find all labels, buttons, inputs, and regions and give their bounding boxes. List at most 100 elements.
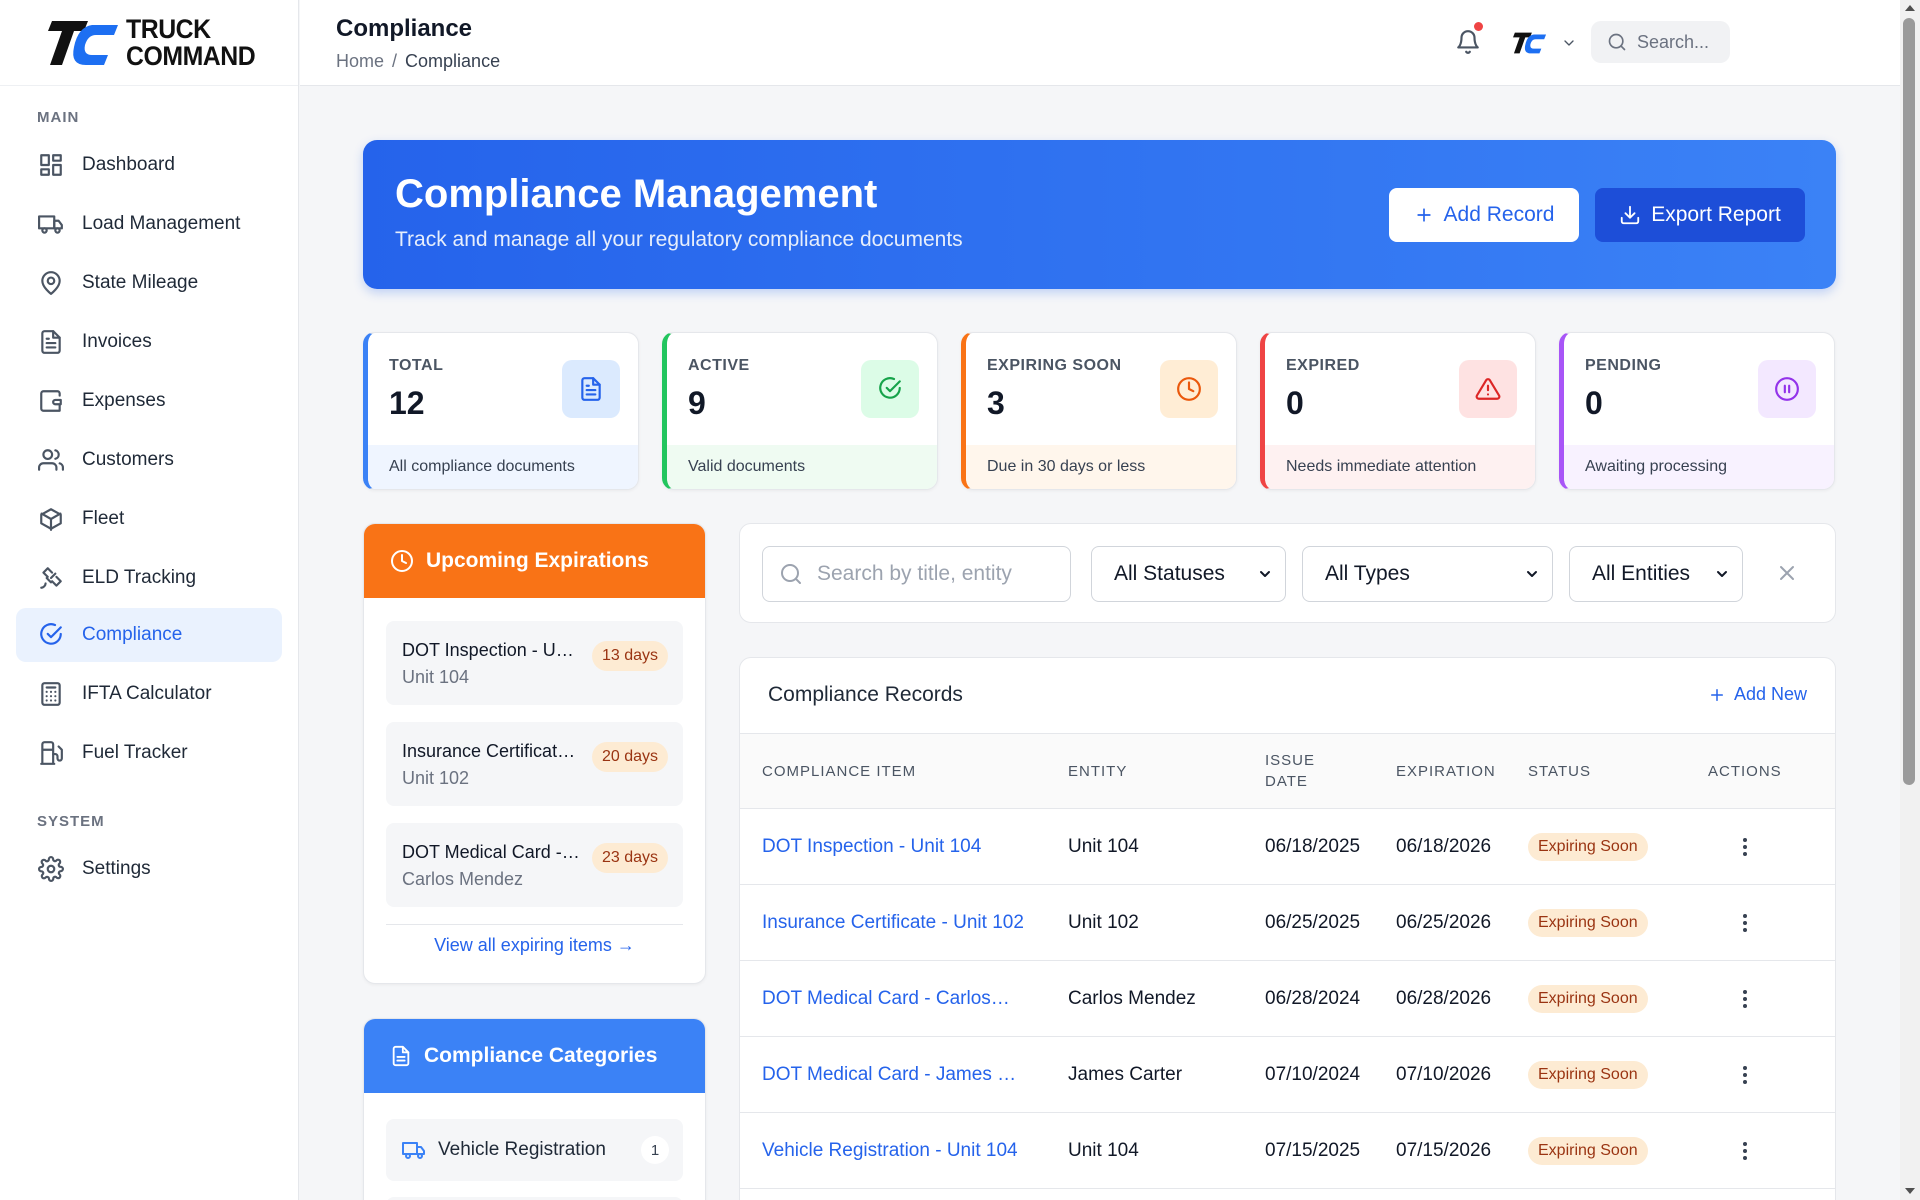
expiration-item-entity: Unit 104 (402, 667, 470, 687)
export-report-button[interactable]: Export Report (1595, 188, 1805, 242)
clock-icon (1160, 360, 1218, 418)
stat-card-expired[interactable]: EXPIRED 0 Needs immediate attention (1260, 332, 1536, 490)
sidebar-item-ifta-calculator[interactable]: IFTA Calculator (16, 667, 282, 721)
entity-filter-select[interactable]: All Entities (1569, 546, 1743, 602)
category-item-vehicle-registration[interactable]: Vehicle Registration 1 (386, 1119, 683, 1181)
table-row[interactable]: DOT Medical Card - Carlos Mendez Carlos … (740, 961, 1835, 1037)
column-header-item[interactable]: COMPLIANCE ITEM (762, 761, 916, 782)
sidebar-item-dashboard[interactable]: Dashboard (16, 138, 282, 192)
status-badge: Expiring Soon (1528, 985, 1648, 1013)
breadcrumb-home[interactable]: Home (336, 51, 384, 72)
stat-label: EXPIRING SOON (987, 357, 1122, 374)
sidebar-item-fuel-tracker[interactable]: Fuel Tracker (16, 726, 282, 780)
bell-icon[interactable] (1455, 29, 1481, 55)
table-row[interactable]: Insurance Certificate - Unit 102 Unit 10… (740, 885, 1835, 961)
status-filter-select[interactable]: All Statuses (1091, 546, 1286, 602)
sidebar-item-settings[interactable]: Settings (16, 842, 282, 896)
record-item-link[interactable]: Vehicle Registration - Unit 104 (762, 1140, 1032, 1162)
expiration-item-title: DOT Inspection - Unit 104 (402, 640, 582, 660)
sidebar-item-customers[interactable]: Customers (16, 433, 282, 487)
sidebar-item-invoices[interactable]: Invoices (16, 315, 282, 369)
top-search-input[interactable]: Search... (1591, 21, 1730, 63)
users-icon (38, 449, 64, 471)
view-all-expiring-link[interactable]: View all expiring items → (364, 935, 705, 956)
truck-icon (402, 1142, 425, 1159)
record-entity: James Carter (1068, 1064, 1183, 1085)
record-item-link[interactable]: DOT Medical Card - Carlos Mendez (762, 988, 1012, 1010)
stat-footer: All compliance documents (368, 445, 638, 489)
record-item-link[interactable]: Insurance Certificate - Unit 102 (762, 912, 1032, 934)
more-vertical-icon[interactable] (1742, 913, 1748, 933)
expiration-item[interactable]: DOT Medical Card - Carlos Mendez Carlos … (386, 823, 683, 907)
column-header-entity[interactable]: ENTITY (1068, 761, 1127, 782)
stat-card-active[interactable]: ACTIVE 9 Valid documents (662, 332, 938, 490)
stat-footer: Awaiting processing (1564, 445, 1834, 489)
clock-icon (391, 550, 413, 572)
column-header-status[interactable]: STATUS (1528, 761, 1591, 782)
expiration-item-entity: Unit 102 (402, 768, 470, 788)
column-header-issue-date[interactable]: ISSUE DATE (1265, 750, 1315, 792)
sidebar-item-expenses[interactable]: Expenses (16, 374, 282, 428)
record-entity: Unit 102 (1068, 912, 1139, 933)
stat-footer: Needs immediate attention (1265, 445, 1535, 489)
more-vertical-icon[interactable] (1742, 1065, 1748, 1085)
stat-value: 9 (688, 385, 706, 421)
stat-value: 0 (1585, 385, 1603, 421)
column-header-expiration[interactable]: EXPIRATION (1396, 761, 1496, 782)
record-item-link[interactable]: DOT Inspection - Unit 104 (762, 836, 1032, 858)
status-filter-value: All Statuses (1114, 562, 1225, 585)
stat-card-total[interactable]: TOTAL 12 All compliance documents (363, 332, 639, 490)
column-header-issue-line2: DATE (1265, 773, 1308, 790)
sidebar-item-fleet[interactable]: Fleet (16, 492, 282, 546)
sidebar-item-label: State Mileage (82, 272, 199, 293)
table-row[interactable]: DOT Inspection - Unit 104 Unit 104 06/18… (740, 809, 1835, 885)
record-expiration: 06/25/2026 (1396, 912, 1492, 933)
sidebar-item-label: ELD Tracking (82, 567, 197, 588)
add-new-button[interactable]: Add New (1708, 684, 1807, 705)
more-vertical-icon[interactable] (1742, 989, 1748, 1009)
record-item-link[interactable]: DOT Medical Card - James Carter (762, 1064, 1027, 1086)
search-icon (781, 564, 801, 584)
records-search-input[interactable]: Search by title, entity (762, 546, 1071, 602)
avatar[interactable] (1513, 26, 1547, 60)
more-vertical-icon[interactable] (1742, 1141, 1748, 1161)
scroll-up-arrow[interactable] (1905, 5, 1915, 11)
more-vertical-icon[interactable] (1742, 837, 1748, 857)
clear-filters-icon[interactable] (1775, 561, 1799, 585)
table-row[interactable]: DOT Medical Card - James Carter James Ca… (740, 1037, 1835, 1113)
package-icon (40, 508, 62, 531)
expiration-item[interactable]: Insurance Certificate - Unit 102 Unit 10… (386, 722, 683, 806)
sidebar-item-eld-tracking[interactable]: ELD Tracking (16, 551, 282, 605)
record-expiration: 07/15/2026 (1396, 1140, 1492, 1161)
type-filter-select[interactable]: All Types (1302, 546, 1553, 602)
sidebar-item-load-management[interactable]: Load Management (16, 197, 282, 251)
sidebar-item-compliance[interactable]: Compliance (16, 608, 282, 662)
type-filter-value: All Types (1325, 562, 1410, 585)
record-expiration: 06/18/2026 (1396, 836, 1492, 857)
entity-filter-value: All Entities (1592, 562, 1691, 585)
stat-card-pending[interactable]: PENDING 0 Awaiting processing (1559, 332, 1835, 490)
wallet-icon (40, 390, 62, 412)
map-pin-icon (41, 271, 61, 295)
page-title: Compliance (336, 15, 473, 42)
expiration-item[interactable]: DOT Inspection - Unit 104 Unit 104 13 da… (386, 621, 683, 705)
record-issue-date: 07/15/2025 (1265, 1140, 1361, 1161)
stat-footer: Due in 30 days or less (966, 445, 1236, 489)
compliance-categories-header: Compliance Categories (364, 1019, 705, 1093)
chevron-down-icon[interactable] (1561, 35, 1577, 51)
logo[interactable]: TRUCK COMMAND (0, 0, 298, 86)
days-remaining-badge: 23 days (592, 843, 669, 873)
record-issue-date: 06/28/2024 (1265, 988, 1361, 1009)
check-circle-icon (861, 360, 919, 418)
column-header-actions: ACTIONS (1708, 763, 1782, 780)
export-report-label: Export Report (1651, 203, 1781, 226)
logo-text: TRUCK COMMAND (126, 15, 256, 70)
expiration-item-title: Insurance Certificate - Unit 102 (402, 741, 582, 761)
add-record-button[interactable]: Add Record (1389, 188, 1579, 242)
status-badge: Expiring Soon (1528, 909, 1648, 937)
stat-card-expiring-soon[interactable]: EXPIRING SOON 3 Due in 30 days or less (961, 332, 1237, 490)
sidebar-item-state-mileage[interactable]: State Mileage (16, 256, 282, 310)
table-row[interactable]: Vehicle Registration - Unit 104 Unit 104… (740, 1113, 1835, 1189)
scroll-down-arrow[interactable] (1905, 1188, 1915, 1194)
scrollbar-thumb[interactable] (1903, 18, 1915, 785)
